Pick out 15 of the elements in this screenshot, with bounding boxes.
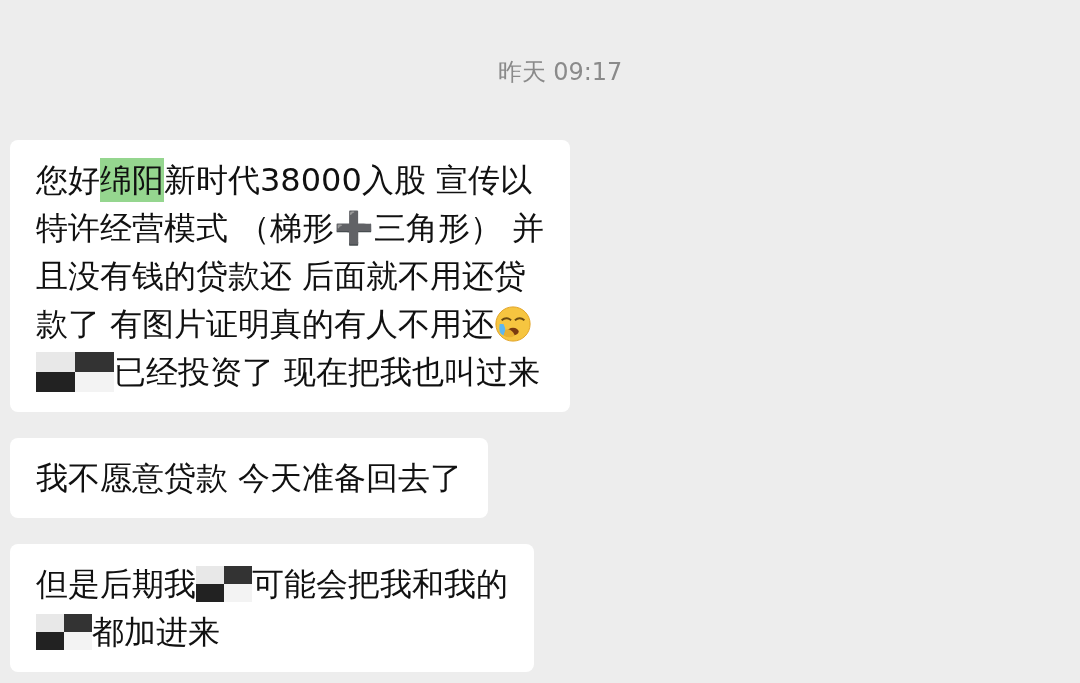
- message-text: 但是后期我: [36, 564, 196, 605]
- message-text: 款了 有图片证明真的有人不用还: [36, 304, 495, 345]
- timestamp: 昨天 09:17: [496, 57, 624, 88]
- message-text: 都加进来: [92, 612, 220, 653]
- crying-emoji-icon: [494, 305, 533, 343]
- message-text: 我不愿意贷款 今天准备回去了: [36, 458, 463, 499]
- message-text: 可能会把我和我的: [252, 564, 508, 605]
- message-text: 您好: [36, 160, 100, 201]
- message-text: 且没有钱的贷款还 后面就不用还贷: [36, 256, 527, 297]
- redaction-block: [196, 566, 252, 602]
- redaction-block: [36, 614, 92, 650]
- highlighted-text: 绵阳: [100, 158, 164, 202]
- message-text: 特许经营模式 （梯形➕三角形） 并: [36, 208, 545, 249]
- message-text: 新时代38000入股 宣传以: [164, 160, 532, 201]
- message-text: 已经投资了 现在把我也叫过来: [114, 352, 541, 393]
